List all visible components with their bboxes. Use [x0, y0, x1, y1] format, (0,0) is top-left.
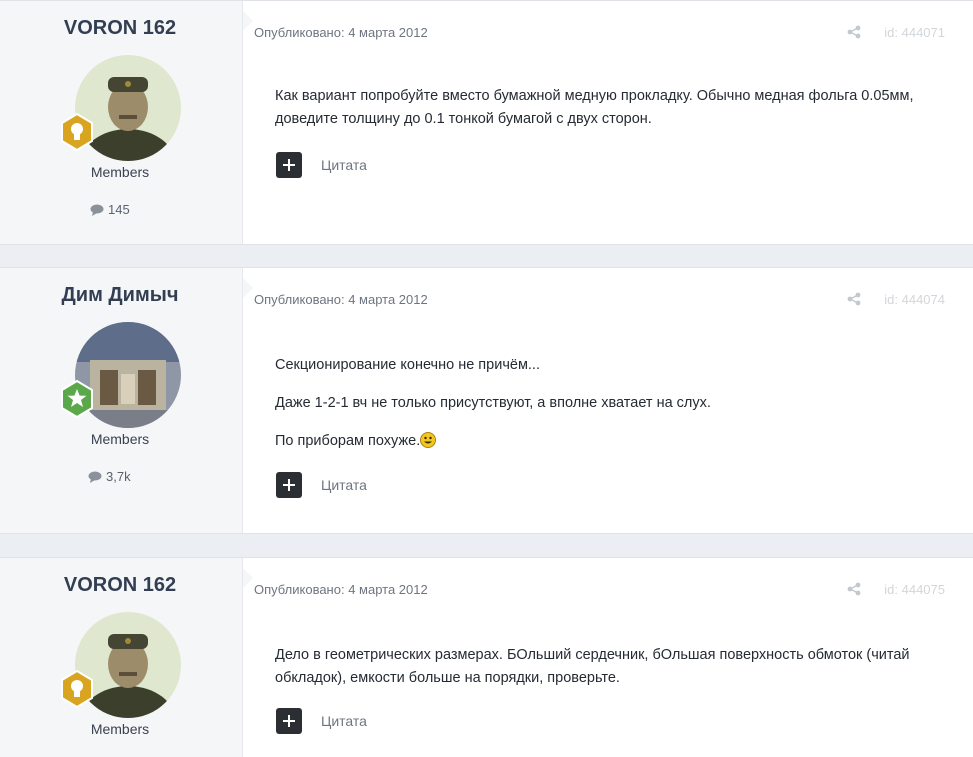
- multiquote-button[interactable]: [276, 152, 302, 178]
- multiquote-button[interactable]: [276, 472, 302, 498]
- quote-button[interactable]: Цитата: [321, 477, 367, 493]
- multiquote-button[interactable]: [276, 708, 302, 734]
- author-name[interactable]: Дим Димыч: [0, 284, 240, 307]
- star-badge-icon: [58, 379, 96, 419]
- forum-post: Дим Димыч Members 3,7k Опубликовано: 4 м…: [0, 267, 973, 534]
- post-count: 3,7k: [88, 469, 131, 484]
- post-paragraph: Как вариант попробуйте вместо бумажной м…: [275, 88, 914, 127]
- comment-icon: [88, 471, 102, 483]
- forum-post: VORON 162 Members 145 Опубликовано: 4 ма…: [0, 0, 973, 245]
- post-count: 145: [90, 202, 130, 217]
- post-paragraph: Даже 1-2-1 вч не только присутствуют, а …: [275, 395, 711, 411]
- author-arrow: [243, 278, 253, 298]
- post-content: Секционирование конечно не причём... Даж…: [275, 354, 933, 468]
- post-content: Как вариант попробуйте вместо бумажной м…: [275, 85, 933, 146]
- lightbulb-badge-icon: [58, 112, 96, 152]
- post-paragraph: Секционирование конечно не причём...: [275, 357, 540, 373]
- comment-icon: [90, 204, 104, 216]
- post-count-value: 145: [108, 202, 130, 217]
- share-icon[interactable]: [847, 25, 861, 44]
- author-panel: Дим Димыч Members 3,7k: [0, 268, 243, 533]
- post-actions: Цитата: [276, 708, 367, 734]
- quote-button[interactable]: Цитата: [321, 157, 367, 173]
- author-panel: VORON 162 Members: [0, 558, 243, 757]
- author-name[interactable]: VORON 162: [0, 17, 240, 40]
- smile-emoji-icon: [420, 432, 437, 448]
- post-actions: Цитата: [276, 472, 367, 498]
- post-content: Дело в геометрических размерах. БОльший …: [275, 644, 933, 705]
- post-count-value: 3,7k: [106, 469, 131, 484]
- author-arrow: [243, 568, 253, 588]
- post-paragraph: По приборам похуже.: [275, 430, 933, 453]
- plus-icon: [283, 159, 295, 171]
- lightbulb-badge-icon: [58, 669, 96, 709]
- post-date[interactable]: Опубликовано: 4 марта 2012: [254, 25, 428, 40]
- member-group: Members: [90, 721, 150, 737]
- post-date[interactable]: Опубликовано: 4 марта 2012: [254, 582, 428, 597]
- post-actions: Цитата: [276, 152, 367, 178]
- quote-button[interactable]: Цитата: [321, 713, 367, 729]
- post-id[interactable]: id: 444075: [884, 582, 945, 597]
- share-icon[interactable]: [847, 582, 861, 601]
- post-paragraph-text: По приборам похуже.: [275, 433, 421, 449]
- forum-post: VORON 162 Members Опубликовано: 4 марта …: [0, 557, 973, 757]
- author-arrow: [243, 11, 253, 31]
- post-date[interactable]: Опубликовано: 4 марта 2012: [254, 292, 428, 307]
- member-group: Members: [90, 164, 150, 180]
- author-name[interactable]: VORON 162: [0, 574, 240, 597]
- plus-icon: [283, 479, 295, 491]
- plus-icon: [283, 715, 295, 727]
- share-icon[interactable]: [847, 292, 861, 311]
- post-id[interactable]: id: 444074: [884, 292, 945, 307]
- post-paragraph: Дело в геометрических размерах. БОльший …: [275, 647, 910, 686]
- member-group: Members: [90, 431, 150, 447]
- post-id[interactable]: id: 444071: [884, 25, 945, 40]
- author-panel: VORON 162 Members 145: [0, 1, 243, 244]
